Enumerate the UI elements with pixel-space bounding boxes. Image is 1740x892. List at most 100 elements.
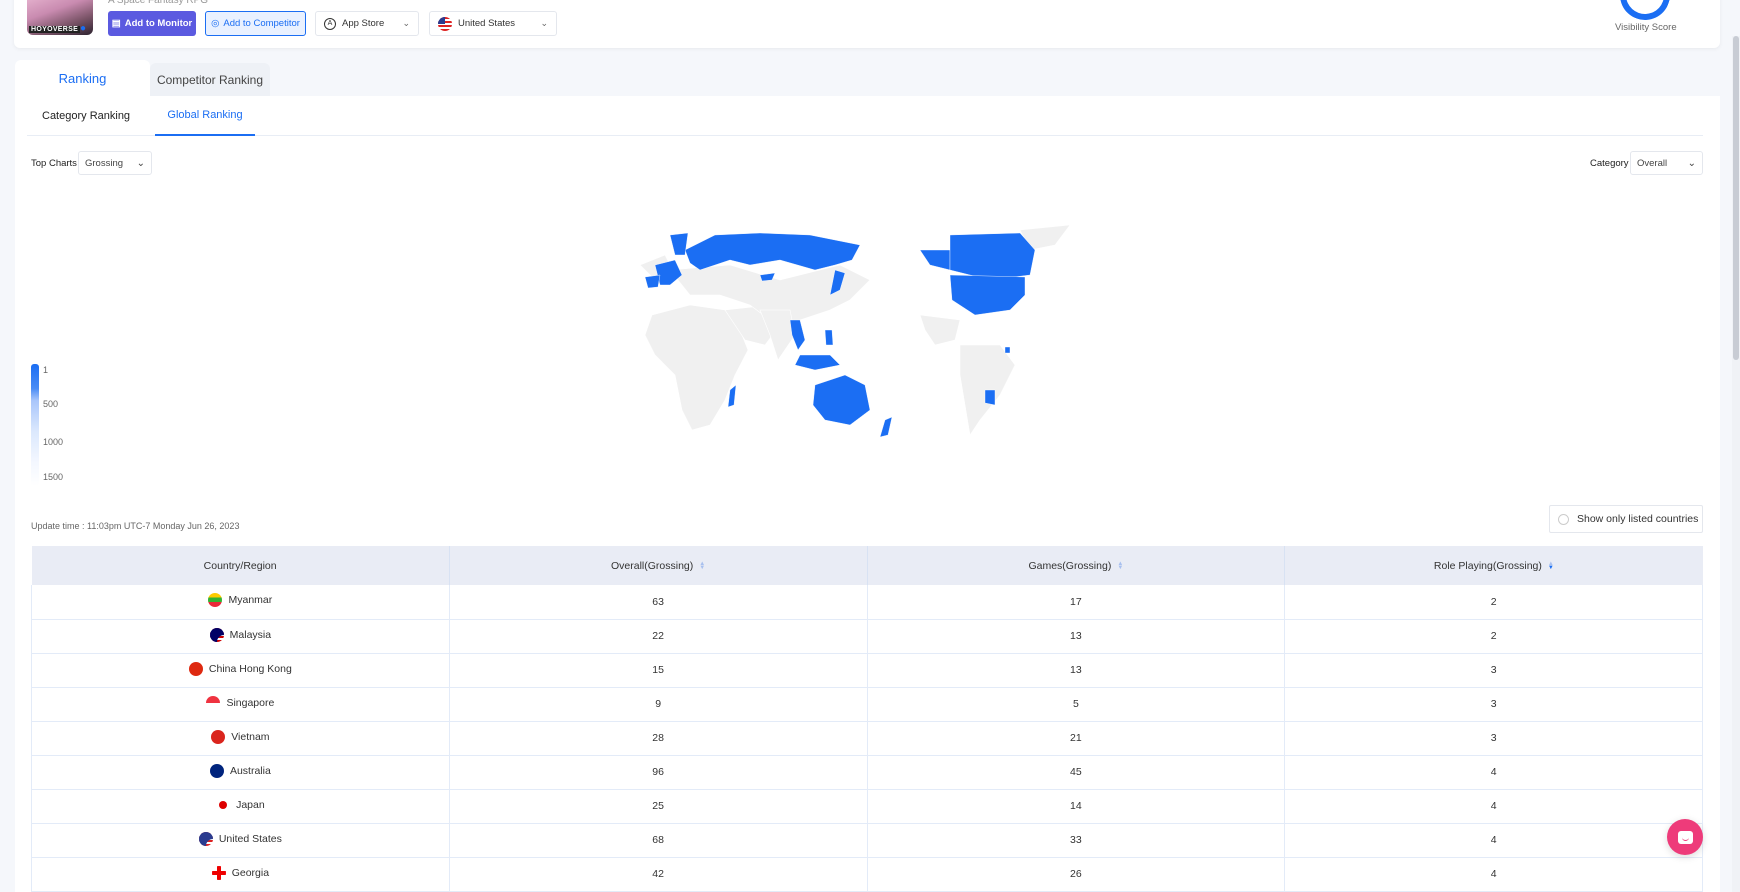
subtab-category-ranking[interactable]: Category Ranking — [42, 96, 130, 136]
cell-games: 45 — [867, 755, 1286, 790]
australia-flag-icon — [209, 763, 224, 778]
map-region-guiana — [1004, 346, 1011, 354]
country-name: Georgia — [231, 866, 270, 879]
cell-country: Georgia — [31, 857, 450, 892]
cell-country: China Hong Kong — [31, 653, 450, 688]
cell-games: 26 — [867, 857, 1286, 892]
map-region-philippines — [824, 329, 834, 346]
radio-icon[interactable] — [1558, 513, 1569, 525]
chat-support-button[interactable] — [1667, 819, 1703, 855]
cell-games: 33 — [867, 823, 1286, 858]
chat-icon — [1677, 830, 1693, 844]
country-name: United States — [218, 832, 282, 845]
top-charts-select[interactable]: Grossing ⌄ — [78, 151, 152, 175]
subtab-bar: Category Ranking Global Ranking — [27, 96, 1703, 136]
country-select-value: United States — [458, 18, 516, 29]
singapore-flag-icon — [206, 695, 221, 710]
app-icon-brand: HOYOVERSE — [29, 26, 81, 33]
myanmar-flag-icon — [208, 593, 223, 608]
table-row[interactable]: Malaysia 22 13 2 — [31, 619, 1703, 654]
table-row[interactable]: Vietnam 28 21 3 — [31, 721, 1703, 756]
cell-role-playing: 2 — [1284, 585, 1703, 620]
sort-icon[interactable]: ▲ ▼ — [1548, 561, 1554, 571]
tab-competitor-ranking[interactable]: Competitor Ranking — [150, 63, 270, 96]
column-header-games[interactable]: Games(Grossing) ▲ ▼ — [867, 546, 1286, 585]
map-region-new-zealand — [879, 416, 893, 438]
cell-role-playing: 4 — [1284, 857, 1703, 892]
cell-country: Japan — [31, 789, 450, 824]
tab-ranking[interactable]: Ranking — [15, 60, 150, 96]
column-header-role-playing[interactable]: Role Playing(Grossing) ▲ ▼ — [1284, 546, 1703, 585]
map-region-africa — [644, 304, 749, 431]
table-row[interactable]: Japan 25 14 4 — [31, 789, 1703, 824]
cell-country: Vietnam — [31, 721, 450, 756]
column-header-country[interactable]: Country/Region — [31, 546, 450, 585]
table-header-row: Country/Region Overall(Grossing) ▲ ▼ Games… — [31, 546, 1703, 585]
cell-role-playing: 4 — [1284, 755, 1703, 790]
category-label: Category — [1590, 158, 1629, 169]
cell-overall: 68 — [449, 823, 868, 858]
country-name: Vietnam — [231, 730, 270, 743]
store-select[interactable]: A App Store ⌄ — [315, 11, 419, 36]
cell-overall: 15 — [449, 653, 868, 688]
country-select[interactable]: United States ⌄ — [429, 11, 557, 36]
country-name: Myanmar — [228, 594, 273, 607]
monitor-icon: ▤ — [111, 18, 121, 29]
category-select[interactable]: Overall ⌄ — [1630, 151, 1703, 175]
app-store-icon: A — [324, 17, 336, 30]
table-row[interactable]: Singapore 9 5 3 — [31, 687, 1703, 722]
map-region-alaska — [919, 249, 951, 271]
japan-flag-icon — [216, 797, 231, 812]
chevron-down-icon: ⌄ — [136, 157, 145, 169]
map-region-usa — [949, 274, 1026, 316]
sort-icon[interactable]: ▲ ▼ — [699, 561, 705, 571]
country-name: Malaysia — [229, 628, 272, 641]
table-row[interactable]: United States 68 33 4 — [31, 823, 1703, 858]
subtab-global-ranking[interactable]: Global Ranking — [155, 96, 255, 136]
legend-tick: 1000 — [43, 437, 64, 447]
update-time: Update time : 11:03pm UTC-7 Monday Jun 2… — [31, 521, 240, 531]
header-label: Games(Grossing) — [1028, 559, 1112, 572]
app-subtitle: A Space Fantasy RPG — [108, 0, 209, 6]
cell-country: Singapore — [31, 687, 450, 722]
table-row[interactable]: Georgia 42 26 4 — [31, 857, 1703, 892]
cell-games: 13 — [867, 619, 1286, 654]
cell-games: 5 — [867, 687, 1286, 722]
legend-tick: 1 — [43, 365, 49, 375]
legend-tick: 1500 — [43, 472, 64, 482]
add-to-competitor-button[interactable]: ◎ Add to Competitor — [205, 11, 306, 36]
page-scrollbar-thumb[interactable] — [1733, 36, 1739, 360]
cell-role-playing: 3 — [1284, 687, 1703, 722]
cell-role-playing: 3 — [1284, 721, 1703, 756]
header-label: Role Playing(Grossing) — [1433, 559, 1542, 572]
rank-legend-gradient[interactable] — [31, 364, 39, 486]
table-row[interactable]: China Hong Kong 15 13 3 — [31, 653, 1703, 688]
cell-country: United States — [31, 823, 450, 858]
location-pin-icon: ◎ — [211, 18, 220, 29]
add-to-monitor-button[interactable]: ▤ Add to Monitor — [108, 11, 196, 36]
world-ranking-map[interactable] — [630, 225, 1120, 470]
add-to-competitor-label: Add to Competitor — [223, 18, 300, 29]
cell-games: 14 — [867, 789, 1286, 824]
table-row[interactable]: Australia 96 45 4 — [31, 755, 1703, 790]
apple-icon: ● — [80, 23, 87, 34]
map-region-mexico — [919, 314, 961, 346]
cell-country: Australia — [31, 755, 450, 790]
map-region-bolivia — [984, 389, 996, 406]
sort-icon[interactable]: ▲ ▼ — [1117, 561, 1123, 571]
chevron-down-icon: ⌄ — [402, 18, 410, 28]
column-header-overall[interactable]: Overall(Grossing) ▲ ▼ — [449, 546, 868, 585]
cell-overall: 22 — [449, 619, 868, 654]
show-only-listed-toggle[interactable]: Show only listed countries — [1549, 505, 1703, 533]
table-row[interactable]: Myanmar 63 17 2 — [31, 585, 1703, 620]
vietnam-flag-icon — [211, 729, 226, 744]
map-region-russia — [684, 232, 861, 271]
legend-tick: 500 — [43, 399, 59, 409]
category-value: Overall — [1637, 157, 1668, 169]
header-label: Country/Region — [203, 559, 277, 572]
add-to-monitor-label: Add to Monitor — [124, 18, 193, 29]
hongkong-flag-icon — [188, 661, 203, 676]
cell-role-playing: 4 — [1284, 789, 1703, 824]
cell-overall: 42 — [449, 857, 868, 892]
cell-role-playing: 2 — [1284, 619, 1703, 654]
